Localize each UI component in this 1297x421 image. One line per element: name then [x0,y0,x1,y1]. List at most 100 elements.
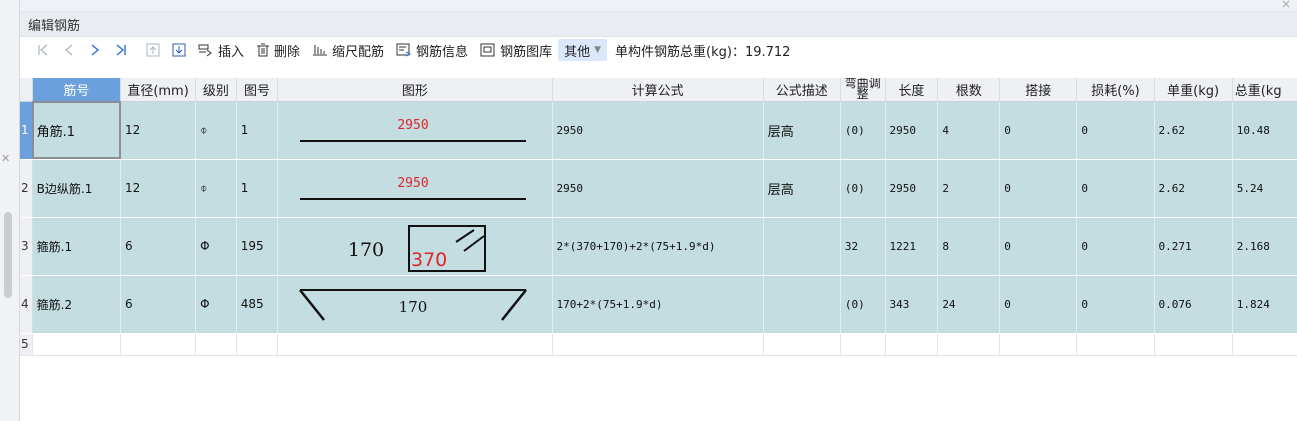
cell-length[interactable]: 2950 [885,101,939,160]
col-header-bend[interactable]: 弯曲调整 [840,78,886,102]
cell-grade[interactable]: Φ [195,275,237,334]
col-header-figure-no[interactable]: 图号 [236,78,279,102]
cell-total-weight[interactable]: 2.168 [1232,217,1297,276]
cell-formula[interactable]: 2950 [552,101,764,160]
table-row[interactable]: 4 箍筋.2 6 Φ 485 170 170+2*(75+1.9*d) (0) … [20,275,1297,334]
cell-jinhao[interactable]: 箍筋.1 [32,217,122,276]
cell-bend[interactable]: 32 [840,217,886,276]
empty-cell[interactable] [840,333,886,356]
cell-count[interactable]: 2 [937,159,1001,218]
move-down-button[interactable] [166,39,192,61]
move-up-button[interactable] [140,39,166,61]
empty-cell[interactable] [1232,333,1297,356]
empty-cell[interactable] [999,333,1078,356]
col-header-length[interactable]: 长度 [885,78,939,102]
rebar-info-button[interactable]: 钢筋信息 [390,39,474,61]
empty-cell[interactable] [32,333,122,356]
table-row[interactable]: 2 B边纵筋.1 12 ⌽ 1 2950 2950 层高 (0) 2950 2 … [20,159,1297,218]
col-header-loss[interactable]: 损耗(%) [1076,78,1155,102]
col-header-count[interactable]: 根数 [937,78,1001,102]
empty-cell[interactable] [277,333,553,356]
empty-cell[interactable] [236,333,279,356]
col-header-total-weight[interactable]: 总重(kg [1232,78,1297,102]
cell-loss[interactable]: 0 [1076,159,1155,218]
cell-formula[interactable]: 170+2*(75+1.9*d) [552,275,764,334]
col-header-lap[interactable]: 搭接 [999,78,1078,102]
row-number[interactable]: 2 [20,159,33,218]
cell-diameter[interactable]: 12 [120,101,197,160]
cell-total-weight[interactable]: 1.824 [1232,275,1297,334]
cell-figure[interactable]: 170 370 [277,217,553,276]
next-button[interactable] [82,39,108,61]
cell-figure[interactable]: 2950 [277,101,553,160]
empty-cell[interactable] [763,333,841,356]
empty-cell[interactable] [885,333,939,356]
col-header-figure[interactable]: 图形 [277,78,553,102]
close-icon[interactable]: ✕ [1,152,10,165]
cell-count[interactable]: 8 [937,217,1001,276]
col-header-formula[interactable]: 计算公式 [552,78,764,102]
cell-jinhao[interactable]: 箍筋.2 [32,275,122,334]
empty-cell[interactable] [1076,333,1155,356]
cell-loss[interactable]: 0 [1076,101,1155,160]
cell-formula[interactable]: 2950 [552,159,764,218]
cell-formula-desc[interactable] [763,217,841,276]
cell-lap[interactable]: 0 [999,275,1078,334]
cell-unit-weight[interactable]: 2.62 [1154,159,1233,218]
empty-cell[interactable] [937,333,1001,356]
table-row[interactable]: 3 箍筋.1 6 Φ 195 170 370 2*(370+170)+2*(75… [20,217,1297,276]
cell-jinhao[interactable]: B边纵筋.1 [32,159,122,218]
empty-cell[interactable] [195,333,237,356]
col-header-diameter[interactable]: 直径(mm) [120,78,197,102]
prev-button[interactable] [56,39,82,61]
cell-lap[interactable]: 0 [999,159,1078,218]
cell-total-weight[interactable]: 10.48 [1232,101,1297,160]
cell-count[interactable]: 24 [937,275,1001,334]
col-header-formula-desc[interactable]: 公式描述 [763,78,841,102]
cell-grade[interactable]: ⌽ [195,159,237,218]
cell-figure[interactable]: 2950 [277,159,553,218]
cell-figure-no[interactable]: 1 [236,159,279,218]
table-row[interactable]: 1 角筋.1 12 ⌽ 1 2950 2950 层高 (0) 2950 4 0 … [20,101,1297,160]
cell-loss[interactable]: 0 [1076,217,1155,276]
scrollbar-thumb[interactable] [4,212,12,298]
col-header-jinhao[interactable]: 筋号 [32,78,122,102]
cell-figure-no[interactable]: 1 [236,101,279,160]
cell-diameter[interactable]: 12 [120,159,197,218]
row-number[interactable]: 5 [20,333,33,356]
cell-length[interactable]: 2950 [885,159,939,218]
cell-diameter[interactable]: 6 [120,275,197,334]
rebar-library-button[interactable]: 钢筋图库 [474,39,558,61]
cell-lap[interactable]: 0 [999,217,1078,276]
other-dropdown[interactable]: 其他 ▼ [558,39,608,61]
cell-length[interactable]: 1221 [885,217,939,276]
cell-figure-no[interactable]: 195 [236,217,279,276]
col-header-unit-weight[interactable]: 单重(kg) [1154,78,1233,102]
col-header-grade[interactable]: 级别 [195,78,237,102]
cell-formula-desc[interactable]: 层高 [763,101,841,160]
table-row-empty[interactable]: 5 [20,333,1297,356]
cell-grade[interactable]: Φ [195,217,237,276]
close-icon[interactable]: × [1281,0,1291,11]
cell-unit-weight[interactable]: 0.076 [1154,275,1233,334]
cell-jinhao[interactable]: 角筋.1 [32,101,122,160]
delete-button[interactable]: 删除 [250,39,306,61]
cell-length[interactable]: 343 [885,275,939,334]
last-button[interactable] [108,39,134,61]
row-number[interactable]: 4 [20,275,33,334]
empty-cell[interactable] [552,333,764,356]
cell-unit-weight[interactable]: 2.62 [1154,101,1233,160]
cell-formula[interactable]: 2*(370+170)+2*(75+1.9*d) [552,217,764,276]
cell-loss[interactable]: 0 [1076,275,1155,334]
cell-total-weight[interactable]: 5.24 [1232,159,1297,218]
cell-lap[interactable]: 0 [999,101,1078,160]
row-number[interactable]: 3 [20,217,33,276]
cell-diameter[interactable]: 6 [120,217,197,276]
cell-bend[interactable]: (0) [840,159,886,218]
cell-formula-desc[interactable] [763,275,841,334]
empty-cell[interactable] [1154,333,1233,356]
scale-rebar-button[interactable]: 缩尺配筋 [306,39,390,61]
cell-figure-no[interactable]: 485 [236,275,279,334]
cell-formula-desc[interactable]: 层高 [763,159,841,218]
row-number[interactable]: 1 [20,101,33,160]
